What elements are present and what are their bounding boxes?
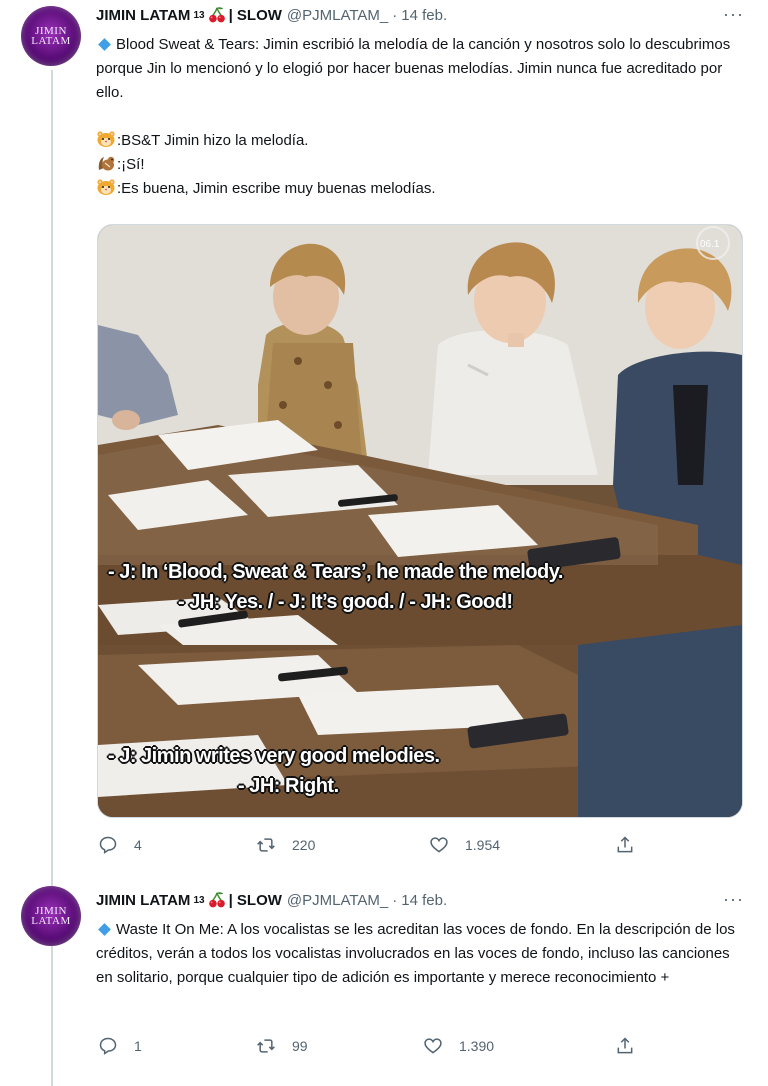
subtitle-line-1: - J: In ‘Blood, Sweat & Tears’, he made … [108,561,563,583]
retweet-icon [257,1039,275,1053]
retweet-icon [257,838,275,852]
dialogue-line-1: :BS&T Jimin hizo la melodía. [96,129,746,153]
tweet-header: JIMIN LATAM 13 | SLOW @PJMLATAM_ · 14 fe… [96,4,447,26]
heart-icon [430,837,448,853]
retweet-count: 220 [292,837,316,853]
hamster-emoji-icon [97,131,115,147]
name-superscript: 13 [193,894,205,906]
reply-icon [99,836,117,854]
avatar-text-bottom: LATAM [31,35,71,47]
more-options-icon[interactable]: ··· [723,4,744,25]
retweet-button[interactable]: 99 [256,1036,308,1056]
more-options-icon[interactable]: ··· [723,889,744,910]
name-suffix: | SLOW [228,891,282,909]
like-button[interactable]: 1.390 [423,1036,494,1056]
separator-dot: · [392,891,398,909]
cherry-icon [208,7,225,23]
share-button[interactable] [615,835,651,855]
tweet-date[interactable]: 14 feb. [401,7,447,24]
blue-diamond-icon [98,38,111,51]
dialogue-text-3: :Es buena, Jimin escribe muy buenas melo… [117,180,436,197]
reply-count: 1 [134,1038,142,1054]
like-count: 1.954 [465,837,501,853]
reply-button[interactable]: 1 [98,1036,142,1056]
heart-icon [424,1038,442,1054]
video-still-illustration: 06.1 [98,225,742,817]
avatar-text-bottom: LATAM [31,915,71,927]
display-name[interactable]: JIMIN LATAM [96,7,190,24]
separator-dot: · [392,6,398,24]
retweet-button[interactable]: 220 [256,835,315,855]
avatar[interactable]: JIMIN LATAM [21,6,81,66]
avatar[interactable]: JIMIN LATAM [21,886,81,946]
tweet-text: Waste It On Me: A los vocalistas se les … [96,918,746,990]
tweet-header: JIMIN LATAM 13 | SLOW @PJMLATAM_ · 14 fe… [96,889,447,911]
tweet-paragraph: Waste It On Me: A los vocalistas se les … [96,921,735,986]
display-name[interactable]: JIMIN LATAM [96,892,190,909]
chipmunk-emoji-icon [98,156,115,171]
dialogue-text-1: :BS&T Jimin hizo la melodía. [117,132,309,149]
cherry-icon [208,892,225,908]
like-button[interactable]: 1.954 [429,835,500,855]
share-icon [617,836,633,853]
blue-diamond-icon [98,923,111,936]
tweet-date[interactable]: 14 feb. [401,892,447,909]
username-handle[interactable]: @PJMLATAM_ [287,7,388,24]
dialogue-text-2: :¡Sí! [117,156,145,173]
tweet-actions: 1 99 1.390 [96,1036,656,1060]
video-watermark: 06.1 [700,239,720,250]
username-handle[interactable]: @PJMLATAM_ [287,892,388,909]
subtitle-line-4: - JH: Right. [238,775,339,797]
like-count: 1.390 [459,1038,495,1054]
share-button[interactable] [615,1036,651,1056]
dialogue-line-3: :Es buena, Jimin escribe muy buenas melo… [96,177,746,201]
reply-button[interactable]: 4 [98,835,142,855]
reply-icon [99,1037,117,1055]
retweet-count: 99 [292,1038,308,1054]
name-suffix: | SLOW [228,6,282,24]
share-icon [617,1037,633,1054]
tweet-text: Blood Sweat & Tears: Jimin escribió la m… [96,33,746,201]
subtitle-line-3: - J: Jimin writes very good melodies. [108,745,440,767]
dialogue-line-2: :¡Sí! [96,153,746,177]
reply-count: 4 [134,837,142,853]
name-superscript: 13 [193,9,205,21]
tweet-media-image[interactable]: 06.1 - J: In ‘Blood, Sweat & Tears’, he … [97,224,743,818]
subtitle-line-2: - JH: Yes. / - J: It’s good. / - JH: Goo… [178,591,513,613]
tweet-paragraph: Blood Sweat & Tears: Jimin escribió la m… [96,36,731,101]
hamster-emoji-icon [97,179,115,195]
tweet-actions: 4 220 1.954 [96,835,656,859]
